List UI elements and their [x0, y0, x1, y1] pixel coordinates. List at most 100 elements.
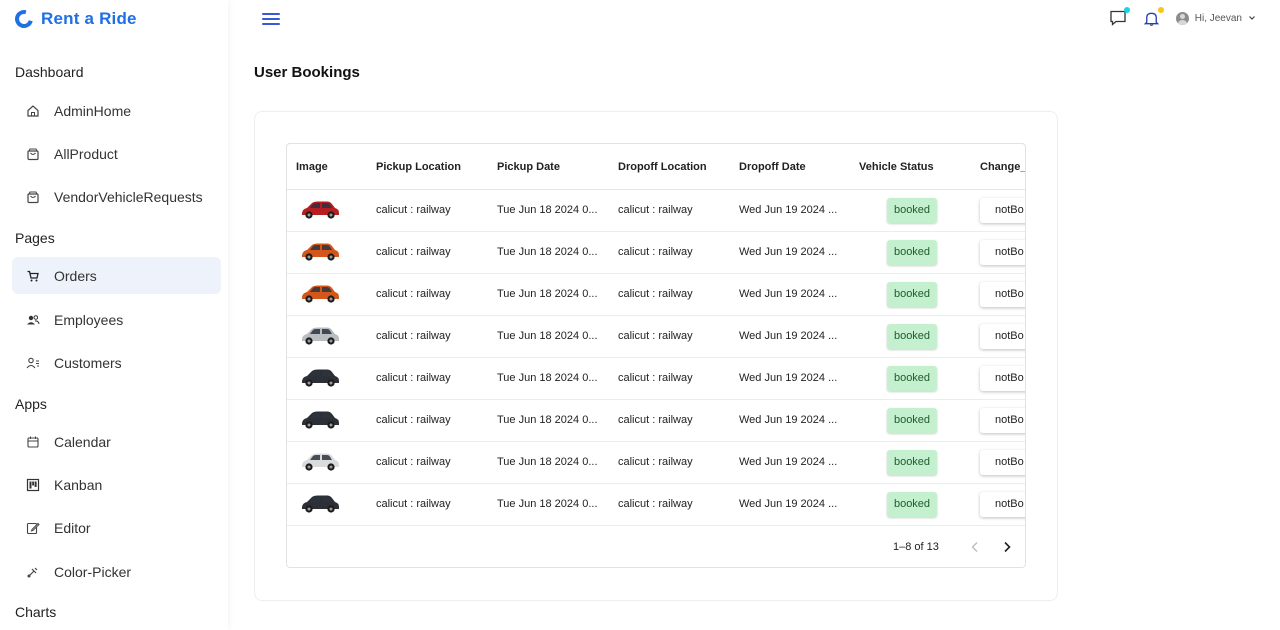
user-menu[interactable]: Hi, Jeevan: [1175, 11, 1256, 25]
column-header-dropoff-location[interactable]: Dropoff Location: [618, 144, 728, 190]
pickup-location-cell: calicut : railway: [376, 288, 451, 300]
table-footer: 1–8 of 13: [287, 526, 1025, 567]
hamburger-icon: [262, 13, 280, 15]
pickup-date-cell: Tue Jun 18 2024 0...: [497, 414, 598, 426]
column-header-dropoff-date[interactable]: Dropoff Date: [739, 144, 849, 190]
sidebar-item-allproduct[interactable]: AllProduct: [12, 135, 221, 172]
user-greeting: Hi, Jeevan: [1194, 12, 1242, 24]
sidebar-item-label: Calendar: [54, 433, 111, 450]
table-row[interactable]: calicut : railway Tue Jun 18 2024 0... cal…: [287, 274, 1025, 316]
dropoff-date-cell: Wed Jun 19 2024 ...: [739, 372, 838, 384]
change-status-button[interactable]: notBo: [980, 450, 1025, 475]
pickup-location-cell: calicut : railway: [376, 246, 451, 258]
sidebar-item-calendar[interactable]: Calendar: [12, 423, 221, 460]
chevron-right-icon: [1004, 541, 1011, 553]
pagination-prev-button[interactable]: [967, 539, 983, 555]
vehicle-image: [302, 453, 339, 471]
hamburger-menu-button[interactable]: [262, 10, 280, 28]
chat-button[interactable]: [1108, 7, 1130, 28]
sidebar-item-kanban[interactable]: Kanban: [12, 466, 221, 503]
dropoff-date-cell: Wed Jun 19 2024 ...: [739, 204, 838, 216]
column-header-vehicle-status[interactable]: Vehicle Status: [859, 144, 969, 190]
change-status-button[interactable]: notBo: [980, 324, 1025, 349]
section-title-pages: Pages: [15, 230, 55, 246]
vehicle-image: [302, 285, 339, 303]
sidebar-item-label: Employees: [54, 311, 124, 328]
column-header-pickup-location[interactable]: Pickup Location: [376, 144, 486, 190]
vehicle-image: [302, 327, 339, 345]
shopping-bag-icon: [26, 147, 40, 161]
chevron-down-icon: [1249, 16, 1255, 20]
pickup-location-cell: calicut : railway: [376, 372, 451, 384]
dropoff-date-cell: Wed Jun 19 2024 ...: [739, 330, 838, 342]
dropoff-location-cell: calicut : railway: [618, 288, 693, 300]
logo-icon: [11, 6, 37, 32]
pickup-date-cell: Tue Jun 18 2024 0...: [497, 456, 598, 468]
brand-name: Rent a Ride: [41, 9, 137, 28]
edit-icon: [26, 521, 40, 535]
column-header-pickup-date[interactable]: Pickup Date: [497, 144, 607, 190]
sidebar-item-customers[interactable]: Customers: [12, 344, 221, 381]
vehicle-image: [302, 411, 339, 429]
avatar: [1175, 11, 1189, 25]
calendar-icon: [26, 435, 40, 449]
dropoff-location-cell: calicut : railway: [618, 372, 693, 384]
shopping-bag-icon: [26, 190, 40, 204]
sidebar-item-color-picker[interactable]: Color-Picker: [12, 553, 221, 590]
table-row[interactable]: calicut : railway Tue Jun 18 2024 0... cal…: [287, 316, 1025, 358]
dropoff-date-cell: Wed Jun 19 2024 ...: [739, 498, 838, 510]
pickup-date-cell: Tue Jun 18 2024 0...: [497, 204, 598, 216]
change-status-button[interactable]: notBo: [980, 492, 1025, 517]
dropoff-date-cell: Wed Jun 19 2024 ...: [739, 414, 838, 426]
sidebar-item-label: Editor: [54, 519, 91, 536]
notifications-button[interactable]: [1142, 7, 1164, 28]
sidebar: Rent a Ride Dashboard AdminHome AllProdu…: [0, 0, 228, 630]
status-badge: booked: [887, 198, 937, 223]
column-header-change[interactable]: Change_: [980, 144, 1025, 190]
people-icon: [26, 313, 40, 327]
sidebar-item-label: Kanban: [54, 476, 103, 493]
table-row[interactable]: calicut : railway Tue Jun 18 2024 0... cal…: [287, 400, 1025, 442]
column-header-image[interactable]: Image: [296, 144, 366, 190]
vehicle-image: [302, 369, 339, 387]
sidebar-item-adminhome[interactable]: AdminHome: [12, 92, 221, 129]
bookings-table: Image Pickup Location Pickup Date Dropof…: [286, 143, 1026, 568]
dropoff-date-cell: Wed Jun 19 2024 ...: [739, 288, 838, 300]
vehicle-image: [302, 243, 339, 261]
table-row[interactable]: calicut : railway Tue Jun 18 2024 0... cal…: [287, 232, 1025, 274]
pagination-next-button[interactable]: [999, 539, 1015, 555]
sidebar-item-editor[interactable]: Editor: [12, 509, 221, 546]
change-status-button[interactable]: notBo: [980, 282, 1025, 307]
pickup-location-cell: calicut : railway: [376, 330, 451, 342]
vehicle-image: [302, 495, 339, 513]
sidebar-item-label: VendorVehicleRequests: [54, 188, 203, 205]
table-row[interactable]: calicut : railway Tue Jun 18 2024 0... cal…: [287, 442, 1025, 484]
home-icon: [26, 104, 40, 118]
table-row[interactable]: calicut : railway Tue Jun 18 2024 0... cal…: [287, 190, 1025, 232]
pagination-range: 1–8 of 13: [893, 541, 939, 553]
vehicle-image: [302, 201, 339, 219]
dropoff-location-cell: calicut : railway: [618, 414, 693, 426]
sidebar-item-vendorvehiclerequests[interactable]: VendorVehicleRequests: [12, 178, 221, 215]
dropoff-date-cell: Wed Jun 19 2024 ...: [739, 456, 838, 468]
table-row[interactable]: calicut : railway Tue Jun 18 2024 0... cal…: [287, 484, 1025, 526]
dropoff-date-cell: Wed Jun 19 2024 ...: [739, 246, 838, 258]
page-title: User Bookings: [254, 64, 360, 81]
table-header: Image Pickup Location Pickup Date Dropof…: [287, 144, 1025, 190]
change-status-button[interactable]: notBo: [980, 408, 1025, 433]
chat-notification-dot: [1123, 7, 1130, 13]
contact-list-icon: [26, 356, 40, 370]
change-status-button[interactable]: notBo: [980, 240, 1025, 265]
pickup-date-cell: Tue Jun 18 2024 0...: [497, 498, 598, 510]
dropoff-location-cell: calicut : railway: [618, 456, 693, 468]
change-status-button[interactable]: notBo: [980, 198, 1025, 223]
brand-logo[interactable]: Rent a Ride: [11, 6, 137, 32]
pickup-date-cell: Tue Jun 18 2024 0...: [497, 288, 598, 300]
dropoff-location-cell: calicut : railway: [618, 498, 693, 510]
sidebar-item-orders[interactable]: Orders: [12, 257, 221, 294]
cart-icon: [26, 269, 40, 283]
dropoff-location-cell: calicut : railway: [618, 246, 693, 258]
sidebar-item-employees[interactable]: Employees: [12, 301, 221, 338]
change-status-button[interactable]: notBo: [980, 366, 1025, 391]
table-row[interactable]: calicut : railway Tue Jun 18 2024 0... cal…: [287, 358, 1025, 400]
